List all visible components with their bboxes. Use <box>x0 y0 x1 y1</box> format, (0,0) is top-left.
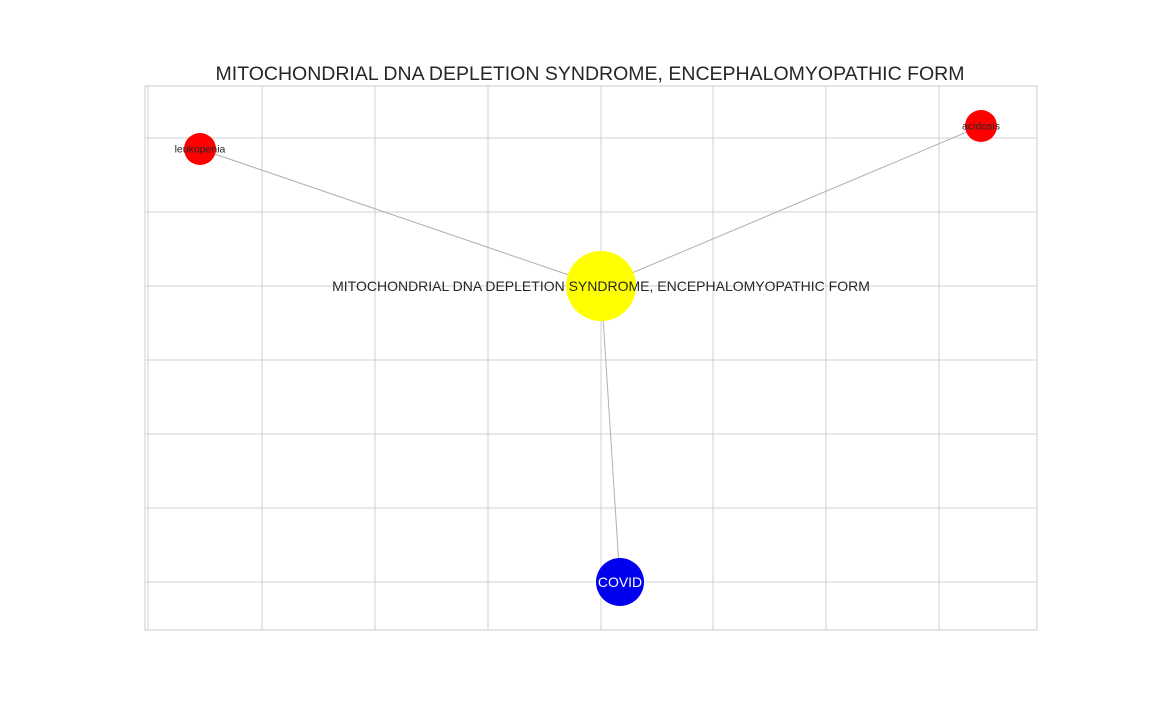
node-label-acidosis: acidosis <box>962 121 1000 133</box>
plot-frame <box>144 85 1038 631</box>
figure-title: MITOCHONDRIAL DNA DEPLETION SYNDROME, EN… <box>215 63 964 85</box>
node-label-covid: COVID <box>598 574 642 590</box>
node-label-leukopenia: leukopenia <box>175 144 226 156</box>
node-label-center: MITOCHONDRIAL DNA DEPLETION SYNDROME, EN… <box>332 278 870 294</box>
network-figure: MITOCHONDRIAL DNA DEPLETION SYNDROME, EN… <box>144 63 1038 631</box>
